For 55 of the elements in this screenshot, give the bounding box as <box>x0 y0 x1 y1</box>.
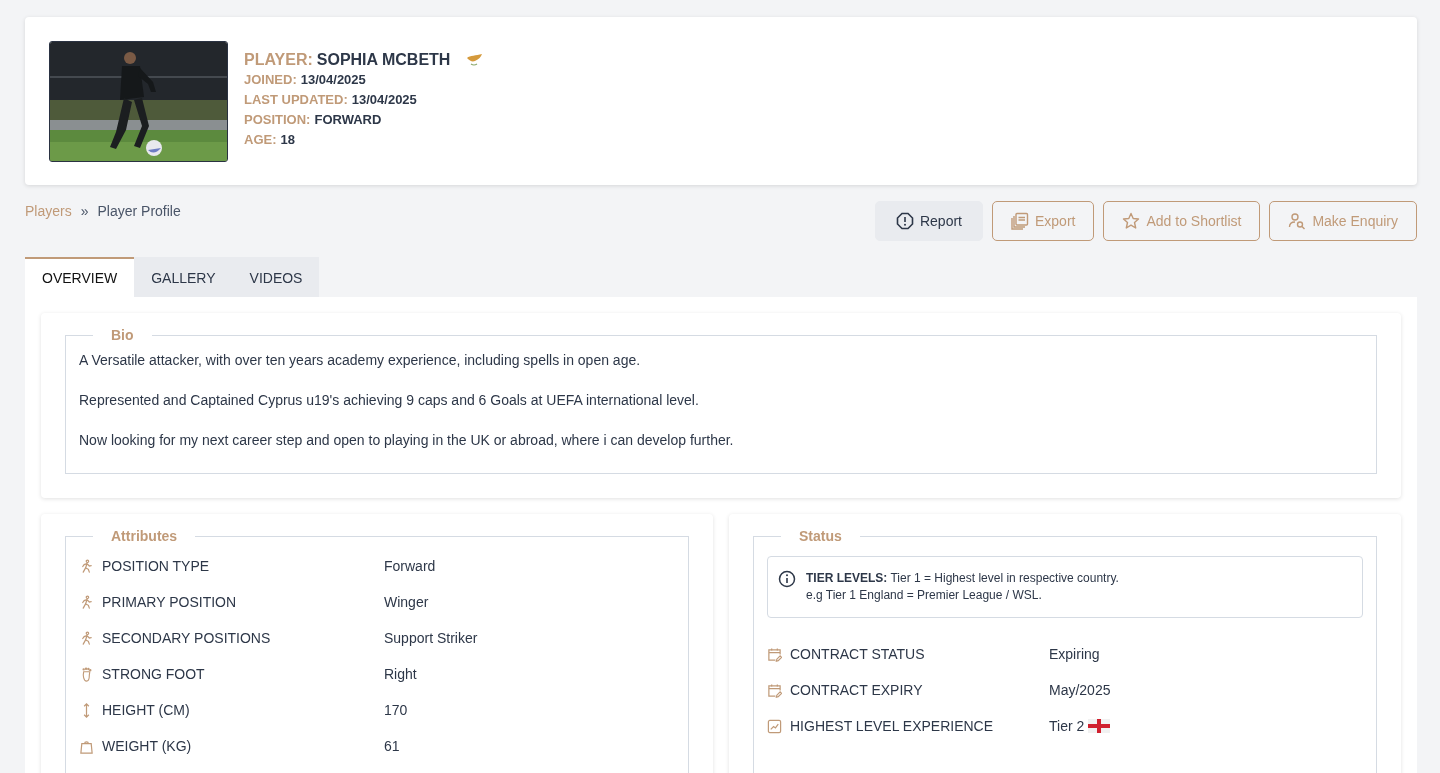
attribute-label: PRIMARY POSITION <box>102 594 237 610</box>
calendar-edit-icon <box>767 646 782 662</box>
user-search-icon <box>1288 212 1307 230</box>
field-value: 13/04/2025 <box>300 72 366 88</box>
alert-icon <box>895 212 914 230</box>
bio-paragraph: Now looking for my next career step and open to playing in the UK or abroad, where i can develop further. <box>79 431 735 449</box>
breadcrumb-separator: » <box>80 203 89 219</box>
info-text: TIER LEVELS: Tier 1 = Highest level in respective country. <box>806 570 1119 587</box>
info-icon <box>778 570 796 588</box>
chart-icon <box>767 718 782 734</box>
tab[interactable]: OVERVIEW <box>25 257 135 297</box>
attribute-value: Winger <box>384 594 429 610</box>
attribute-value: Forward <box>384 558 436 574</box>
runner-icon <box>79 594 94 610</box>
attribute-label: HEIGHT (CM) <box>102 702 190 718</box>
report-button[interactable]: Report <box>874 201 983 241</box>
runner-icon <box>79 558 94 574</box>
attribute-label: SECONDARY POSITIONS <box>102 630 271 646</box>
field-label: LAST UPDATED: <box>244 92 348 108</box>
field-label: PLAYER: <box>244 50 313 70</box>
field-label: AGE: <box>244 132 277 148</box>
section-title: Attributes <box>110 528 179 544</box>
attribute-label: STRONG FOOT <box>102 666 205 682</box>
breadcrumb-current: Player Profile <box>97 203 181 219</box>
status-label: HIGHEST LEVEL EXPERIENCE <box>790 718 994 734</box>
attribute-value: 61 <box>384 738 400 754</box>
field-value: 13/04/2025 <box>351 92 417 108</box>
info-text: e.g Tier 1 England = Premier League / WSL. <box>806 587 1043 604</box>
runner-icon <box>79 630 94 646</box>
attribute-value: Support Striker <box>384 630 478 646</box>
field-value: 18 <box>280 132 295 148</box>
attribute-value: Right <box>384 666 417 682</box>
weight-icon <box>79 738 94 754</box>
section-title: Bio <box>110 327 135 343</box>
status-value: May/2025 <box>1049 682 1111 698</box>
bio-paragraph: A Versatile attacker, with over ten years academy experience, including spells in open age. <box>79 351 642 369</box>
footprint-icon <box>79 666 94 682</box>
bio-paragraph: Represented and Captained Cyprus u19's achieving 9 caps and 6 Goals at UEFA international level. <box>79 391 700 409</box>
star-icon <box>1122 212 1141 230</box>
status-value: Tier 2 <box>1049 718 1085 734</box>
status-label: CONTRACT STATUS <box>790 646 925 662</box>
tab[interactable]: GALLERY <box>134 257 233 297</box>
section-title: Status <box>798 528 843 544</box>
attribute-label: POSITION TYPE <box>102 558 210 574</box>
status-value: Expiring <box>1049 646 1100 662</box>
pdf-file-icon <box>1011 212 1029 230</box>
attribute-label: WEIGHT (KG) <box>102 738 192 754</box>
tab[interactable]: VIDEOS <box>232 257 320 297</box>
status-label: CONTRACT EXPIRY <box>790 682 923 698</box>
field-value: FORWARD <box>314 112 382 128</box>
field-label: JOINED: <box>244 72 297 88</box>
field-value: SOPHIA MCBETH <box>316 50 451 70</box>
attribute-value: 170 <box>384 702 408 718</box>
field-label: POSITION: <box>244 112 311 128</box>
calendar-edit-icon <box>767 682 782 698</box>
